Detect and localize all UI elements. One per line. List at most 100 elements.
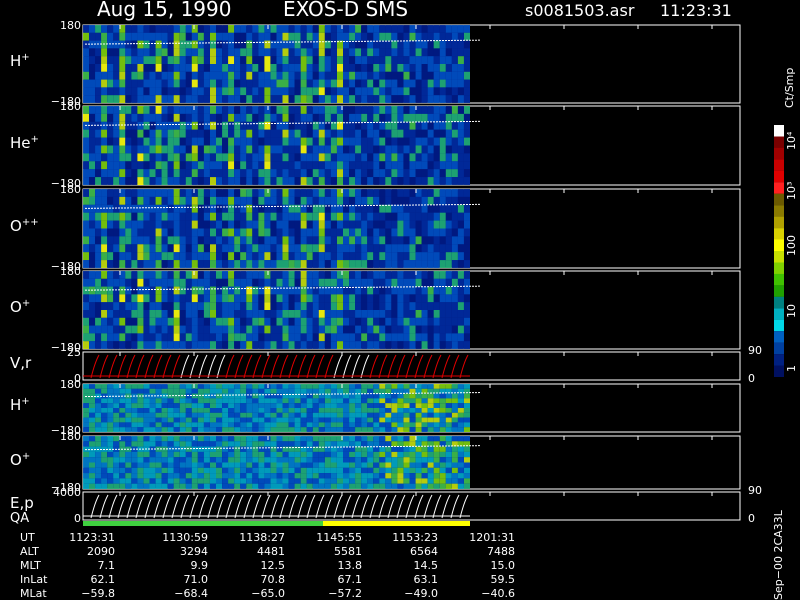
spectrogram-cell xyxy=(318,310,325,318)
spectrogram-cell xyxy=(464,87,470,96)
spectrogram-cell xyxy=(397,467,404,474)
spectrogram-cell xyxy=(330,436,337,442)
colorbar-label-1: 1 xyxy=(785,365,798,372)
spectrogram-cell xyxy=(167,236,174,245)
spectrogram-cell xyxy=(433,87,440,96)
spectrogram-cell xyxy=(222,478,229,484)
spectrogram-cell xyxy=(433,129,440,138)
spectrogram-cell xyxy=(385,106,392,114)
spectrogram-cell xyxy=(191,260,198,268)
spectrogram-cell xyxy=(252,106,259,114)
spectrogram-cell xyxy=(179,71,186,80)
spectrogram-cell xyxy=(258,260,265,268)
spectrogram-cell xyxy=(391,467,398,474)
spectrogram-cell xyxy=(445,161,452,170)
spectrogram-cell xyxy=(203,137,210,146)
spectrogram-cell xyxy=(439,121,446,130)
spectrogram-cell xyxy=(397,422,404,428)
spectrogram-cell xyxy=(203,388,210,394)
spectrogram-cell xyxy=(349,153,356,162)
spectrogram-cell xyxy=(330,169,337,178)
spectrogram-cell xyxy=(349,271,356,279)
spectrogram-cell xyxy=(349,412,356,418)
spectrogram-cell xyxy=(282,317,289,326)
spectrogram-cell xyxy=(312,95,319,103)
spectrogram-cell xyxy=(246,129,253,138)
spectrogram-cell xyxy=(252,478,259,484)
spectrogram-cell xyxy=(234,317,241,326)
spectrogram-cell xyxy=(101,145,108,154)
spectrogram-cell xyxy=(179,271,186,279)
spectrogram-cell xyxy=(385,145,392,154)
footer-cell: 67.1 xyxy=(337,573,363,586)
spectrogram-cell xyxy=(113,87,120,96)
spectrogram-cell xyxy=(246,427,253,432)
spectrogram-cell xyxy=(312,56,319,64)
spectrogram-cell xyxy=(421,310,428,318)
spectrogram-cell xyxy=(210,398,216,404)
spectrogram-cell xyxy=(95,478,102,484)
spectrogram-cell xyxy=(222,417,229,423)
spectrogram-cell xyxy=(415,95,422,103)
spectrogram-cell xyxy=(252,446,259,452)
spectrogram-cell xyxy=(155,457,162,463)
spectrogram-cell xyxy=(173,446,180,452)
spectrogram-cell xyxy=(89,317,95,326)
spectrogram-cell xyxy=(421,32,428,41)
spectrogram-cell xyxy=(355,427,362,432)
spectrogram-cell xyxy=(173,64,180,72)
spectrogram-cell xyxy=(337,113,343,122)
spectrogram-cell xyxy=(191,384,198,389)
spectrogram-cell xyxy=(433,403,440,408)
spectrogram-cell xyxy=(300,177,307,185)
spectrogram-cell xyxy=(403,220,410,229)
spectrogram-cell xyxy=(252,204,259,213)
spectrogram-cell xyxy=(210,220,216,229)
spectrogram-cell xyxy=(252,412,259,418)
spectrogram-cell xyxy=(312,145,319,154)
spectrogram-cell xyxy=(197,137,204,146)
spectrogram-cell xyxy=(415,196,422,205)
spectrogram-cell xyxy=(282,236,289,245)
spectrogram-cell xyxy=(137,79,144,88)
spectrogram-cell xyxy=(155,40,162,49)
spectrogram-cell xyxy=(101,260,108,268)
spectrogram-cell xyxy=(203,260,210,268)
spectrogram-cell xyxy=(101,286,108,295)
spectrogram-cell xyxy=(445,408,452,413)
spectrogram-cell xyxy=(294,333,301,342)
spectrogram-cell xyxy=(324,129,331,138)
spectrogram-cell xyxy=(324,278,331,287)
spectrogram-cell xyxy=(337,244,343,253)
spectrogram-cell xyxy=(197,212,204,221)
spectrogram-cell xyxy=(216,169,222,178)
spectrogram-cell xyxy=(83,56,89,64)
spectrogram-cell xyxy=(318,457,325,463)
spectrogram-cell xyxy=(457,457,464,463)
spectrogram-cell xyxy=(391,196,398,205)
spectrogram-cell xyxy=(421,278,428,287)
spectrogram-cell xyxy=(270,79,277,88)
spectrogram-cell xyxy=(83,333,89,342)
spectrogram-cell xyxy=(451,286,458,295)
spectrogram-cell xyxy=(300,325,307,334)
spectrogram-cell xyxy=(397,317,404,326)
spectrogram-cell xyxy=(457,473,464,479)
spectrogram-cell xyxy=(445,457,452,463)
spectrogram-cell xyxy=(179,228,186,237)
spectrogram-cell xyxy=(119,457,126,463)
spectrogram-cell xyxy=(367,325,374,334)
spectrogram-cell xyxy=(270,212,277,221)
spectrogram-cell xyxy=(191,478,198,484)
spectrogram-cell xyxy=(101,310,108,318)
spectrogram-cell xyxy=(125,408,132,413)
spectrogram-cell xyxy=(119,121,126,130)
spectrogram-cell xyxy=(457,129,464,138)
spectrogram-cell xyxy=(107,310,114,318)
spectrogram-cell xyxy=(264,384,271,389)
spectrogram-cell xyxy=(107,271,114,279)
spectrogram-cell xyxy=(264,441,271,447)
spectrogram-cell xyxy=(445,204,452,213)
spectrogram-cell xyxy=(421,302,428,310)
spectrogram-cell xyxy=(457,40,464,49)
